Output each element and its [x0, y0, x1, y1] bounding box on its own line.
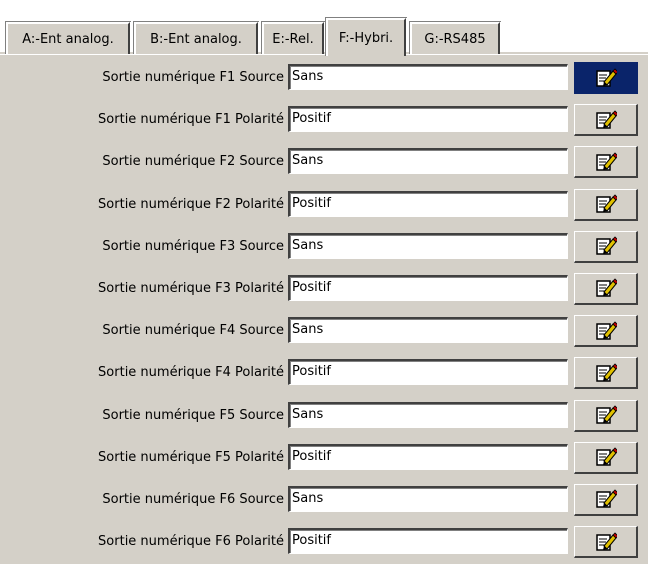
- setting-value-field[interactable]: Positif: [288, 443, 568, 470]
- edit-icon: [595, 193, 617, 215]
- setting-value-field[interactable]: Sans: [288, 232, 568, 259]
- tab-label: F:-Hybri.: [338, 30, 394, 46]
- setting-value-field[interactable]: Positif: [288, 359, 568, 386]
- setting-label: Sortie numérique F5 Source: [102, 407, 284, 423]
- edit-icon: [595, 67, 617, 89]
- tab-bar: A:-Ent analog. B:-Ent analog. E:-Rel. F:…: [0, 4, 648, 56]
- tab-e[interactable]: E:-Rel.: [261, 21, 325, 54]
- tab-b[interactable]: B:-Ent analog.: [133, 21, 259, 54]
- setting-value-field[interactable]: Sans: [288, 485, 568, 512]
- setting-row: Sortie numérique F4 Source Sans: [0, 311, 648, 353]
- setting-label: Sortie numérique F1 Source: [102, 70, 284, 85]
- edit-button[interactable]: [574, 188, 638, 221]
- tab-label: G:-RS485: [424, 31, 486, 47]
- setting-row: Sortie numérique F1 Source Sans: [0, 58, 648, 100]
- tab-label: E:-Rel.: [272, 31, 314, 47]
- edit-icon: [595, 235, 617, 257]
- edit-button[interactable]: [574, 230, 638, 263]
- setting-value-field[interactable]: Sans: [288, 401, 568, 428]
- setting-label: Sortie numérique F6 Polarité: [98, 534, 284, 550]
- setting-label: Sortie numérique F2 Source: [102, 154, 284, 170]
- edit-icon: [595, 531, 617, 553]
- tab-label: B:-Ent analog.: [150, 31, 242, 47]
- setting-value-field[interactable]: Positif: [288, 528, 568, 555]
- edit-icon: [595, 151, 617, 173]
- setting-row: Sortie numérique F5 Source Sans: [0, 396, 648, 438]
- setting-value-field[interactable]: Positif: [288, 274, 568, 301]
- edit-button[interactable]: [574, 315, 638, 348]
- edit-button[interactable]: [574, 441, 638, 474]
- edit-icon: [595, 362, 617, 384]
- edit-icon: [595, 320, 617, 342]
- edit-button[interactable]: [574, 357, 638, 390]
- edit-icon: [595, 446, 617, 468]
- setting-value-field[interactable]: Sans: [288, 317, 568, 344]
- tab-a[interactable]: A:-Ent analog.: [5, 21, 131, 54]
- settings-list: Sortie numérique F1 Source Sans Sortie num…: [0, 58, 648, 564]
- edit-button[interactable]: [574, 146, 638, 179]
- edit-button[interactable]: [574, 483, 638, 516]
- tab-label: A:-Ent analog.: [22, 31, 114, 47]
- setting-value-field[interactable]: Sans: [288, 64, 568, 90]
- setting-value-field[interactable]: Sans: [288, 148, 568, 175]
- setting-label: Sortie numérique F1 Polarité: [98, 112, 284, 128]
- setting-row: Sortie numérique F5 Polarité Positif: [0, 438, 648, 480]
- tab-divider: [0, 54, 648, 55]
- setting-label: Sortie numérique F3 Polarité: [98, 280, 284, 296]
- edit-button[interactable]: [574, 62, 638, 94]
- setting-label: Sortie numérique F6 Source: [102, 491, 284, 507]
- setting-label: Sortie numérique F2 Polarité: [98, 196, 284, 212]
- tab-g[interactable]: G:-RS485: [409, 21, 501, 54]
- edit-icon: [595, 109, 617, 131]
- setting-row: Sortie numérique F2 Polarité Positif: [0, 185, 648, 227]
- edit-icon: [595, 488, 617, 510]
- tab-f[interactable]: F:-Hybri.: [325, 17, 407, 56]
- edit-button[interactable]: [574, 104, 638, 137]
- setting-row: Sortie numérique F2 Source Sans: [0, 142, 648, 184]
- edit-button[interactable]: [574, 526, 638, 559]
- edit-icon: [595, 277, 617, 299]
- edit-icon: [595, 404, 617, 426]
- setting-row: Sortie numérique F1 Polarité Positif: [0, 100, 648, 142]
- setting-row: Sortie numérique F6 Source Sans: [0, 480, 648, 522]
- setting-row: Sortie numérique F6 Polarité Positif: [0, 522, 648, 564]
- setting-row: Sortie numérique F4 Polarité Positif: [0, 353, 648, 395]
- edit-button[interactable]: [574, 399, 638, 432]
- setting-row: Sortie numérique F3 Source Sans: [0, 227, 648, 269]
- setting-label: Sortie numérique F3 Source: [102, 238, 284, 254]
- edit-button[interactable]: [574, 272, 638, 305]
- setting-label: Sortie numérique F4 Polarité: [98, 365, 284, 381]
- setting-value-field[interactable]: Positif: [288, 106, 568, 133]
- setting-row: Sortie numérique F3 Polarité Positif: [0, 269, 648, 311]
- setting-label: Sortie numérique F5 Polarité: [98, 449, 284, 465]
- setting-value-field[interactable]: Positif: [288, 190, 568, 217]
- setting-label: Sortie numérique F4 Source: [102, 323, 284, 339]
